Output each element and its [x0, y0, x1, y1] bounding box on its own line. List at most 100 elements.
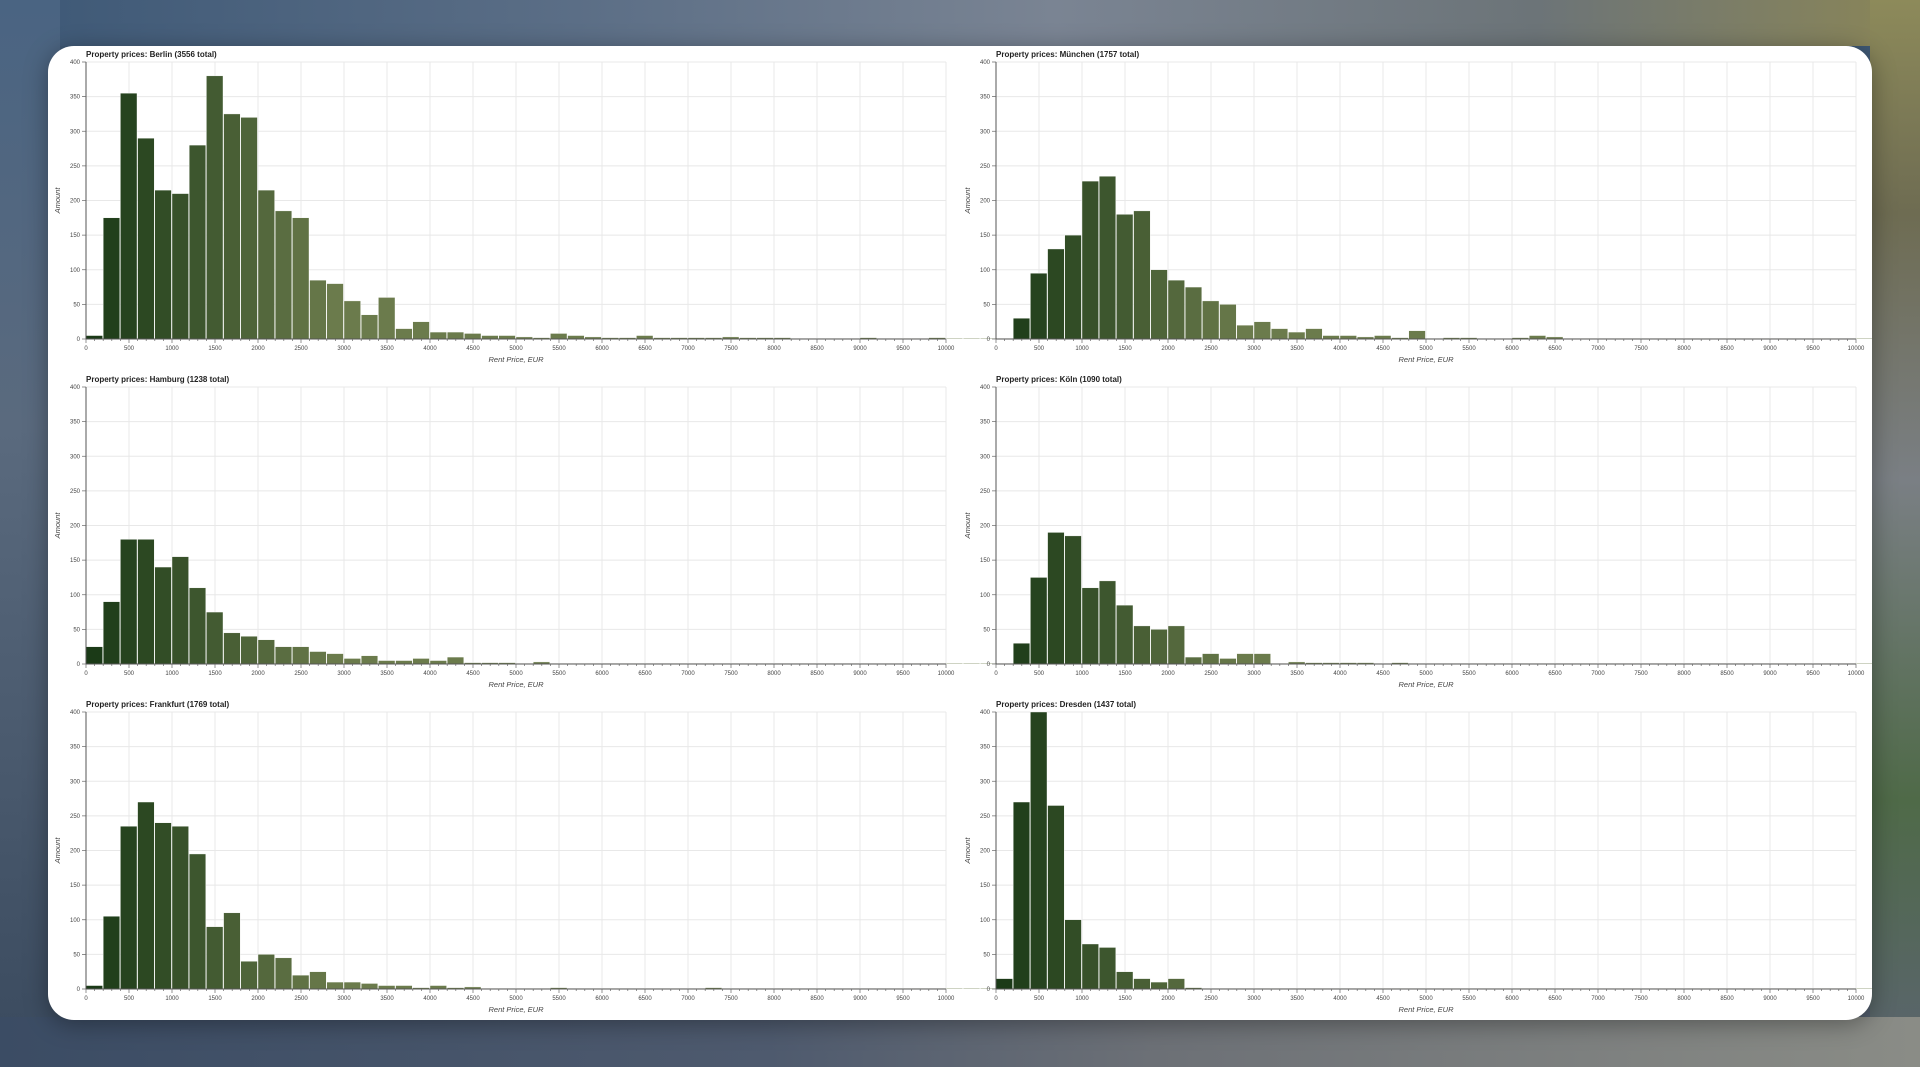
histogram-bar [1150, 629, 1168, 665]
y-tick-label: 100 [980, 268, 991, 274]
x-tick-label: 0 [84, 671, 88, 677]
histogram-bar [85, 646, 103, 665]
histogram-bar [1528, 335, 1546, 340]
x-tick-label: 7000 [681, 346, 695, 352]
histogram-bar [206, 611, 224, 665]
x-tick-label: 1500 [208, 671, 222, 677]
y-tick-label: 350 [980, 420, 991, 426]
y-tick-label: 400 [70, 60, 81, 66]
y-tick-label: 0 [987, 337, 991, 343]
x-tick-label: 5000 [509, 346, 523, 352]
y-tick-label: 200 [70, 524, 81, 530]
histogram-bar [1408, 330, 1426, 340]
histogram-bar [378, 297, 396, 340]
y-tick-label: 300 [70, 779, 81, 785]
y-tick-label: 350 [980, 745, 991, 751]
chart-title: Property prices: Hamburg (1238 total) [86, 375, 229, 384]
x-tick-label: 3500 [1290, 996, 1304, 1002]
histogram-bar [1855, 663, 1872, 665]
x-tick-label: 3500 [1290, 346, 1304, 352]
histogram-bar [1305, 328, 1323, 340]
histogram-bar [1167, 978, 1185, 990]
histogram-bar [154, 822, 172, 990]
y-tick-label: 300 [980, 129, 991, 135]
histogram-bar [395, 328, 413, 340]
y-tick-label: 150 [980, 233, 991, 239]
x-tick-label: 4000 [1333, 346, 1347, 352]
x-tick-label: 6000 [1505, 346, 1519, 352]
x-tick-label: 7000 [1591, 346, 1605, 352]
y-tick-label: 50 [73, 302, 80, 308]
y-tick-label: 150 [980, 558, 991, 564]
histogram-bar [137, 137, 155, 340]
histogram-bar [206, 75, 224, 340]
histogram-bar [464, 333, 482, 340]
chart-title: Property prices: Dresden (1437 total) [996, 700, 1136, 709]
histogram-bar [1081, 587, 1099, 665]
x-tick-label: 0 [994, 671, 998, 677]
chart-title: Property prices: Frankfurt (1769 total) [86, 700, 229, 709]
x-tick-label: 7500 [1634, 996, 1648, 1002]
histogram-bar [103, 916, 121, 990]
histogram-bar [137, 539, 155, 665]
y-tick-label: 50 [73, 627, 80, 633]
histogram-bar [343, 658, 361, 665]
histogram-bar [1064, 535, 1082, 665]
x-tick-label: 7000 [681, 996, 695, 1002]
x-tick-label: 9500 [896, 996, 910, 1002]
histogram-bar [103, 601, 121, 665]
chart-title: Property prices: Berlin (3556 total) [86, 50, 217, 59]
histogram-bar [1098, 176, 1116, 340]
x-tick-label: 1000 [165, 996, 179, 1002]
histogram-bar [1202, 300, 1220, 340]
x-tick-label: 2500 [1204, 346, 1218, 352]
x-tick-label: 4000 [423, 346, 437, 352]
histogram-bar [429, 660, 447, 665]
y-tick-label: 50 [983, 627, 990, 633]
x-tick-label: 0 [994, 346, 998, 352]
x-tick-label: 7500 [724, 671, 738, 677]
histogram-bar [1030, 577, 1048, 665]
x-tick-label: 8000 [1677, 996, 1691, 1002]
histogram-bar [429, 331, 447, 340]
histogram-bar [188, 587, 206, 665]
histogram-bar [1236, 653, 1254, 665]
x-tick-label: 5000 [1419, 996, 1433, 1002]
histogram-bar [963, 338, 981, 340]
x-tick-label: 9500 [1806, 346, 1820, 352]
x-tick-label: 6500 [638, 996, 652, 1002]
histogram-bar [1270, 328, 1288, 340]
histogram-bar [1184, 286, 1202, 340]
x-tick-label: 4000 [1333, 671, 1347, 677]
histogram-bar [85, 335, 103, 340]
histogram-bar [240, 961, 258, 990]
histogram-grid: Property prices: Berlin (3556 total)0 500… [53, 50, 1872, 1014]
histogram-bar [1030, 711, 1048, 990]
y-tick-label: 150 [70, 558, 81, 564]
histogram-bar [1081, 180, 1099, 340]
x-tick-label: 8000 [767, 346, 781, 352]
x-tick-label: 4500 [466, 346, 480, 352]
x-tick-label: 5500 [1462, 346, 1476, 352]
y-tick-label: 50 [983, 302, 990, 308]
histogram-bar [567, 335, 585, 340]
x-tick-label: 2500 [294, 996, 308, 1002]
histogram-bar [1064, 919, 1082, 990]
x-tick-label: 1500 [1118, 996, 1132, 1002]
chart-3: Property prices: Hamburg (1238 total) 0 50… [53, 375, 1118, 689]
y-tick-label: 300 [70, 454, 81, 460]
x-tick-label: 2000 [1161, 996, 1175, 1002]
x-tick-label: 1500 [1118, 346, 1132, 352]
x-tick-label: 6000 [595, 671, 609, 677]
histogram-bar [378, 660, 396, 665]
x-tick-label: 9000 [1763, 671, 1777, 677]
x-tick-label: 7500 [724, 996, 738, 1002]
y-tick-label: 250 [980, 489, 991, 495]
x-tick-label: 9000 [853, 671, 867, 677]
histogram-bar [171, 826, 189, 990]
x-tick-label: 10000 [938, 996, 955, 1002]
histogram-bar [1013, 643, 1031, 665]
x-tick-label: 4500 [466, 996, 480, 1002]
histogram-bar [257, 639, 275, 665]
histogram-bar [361, 655, 379, 665]
